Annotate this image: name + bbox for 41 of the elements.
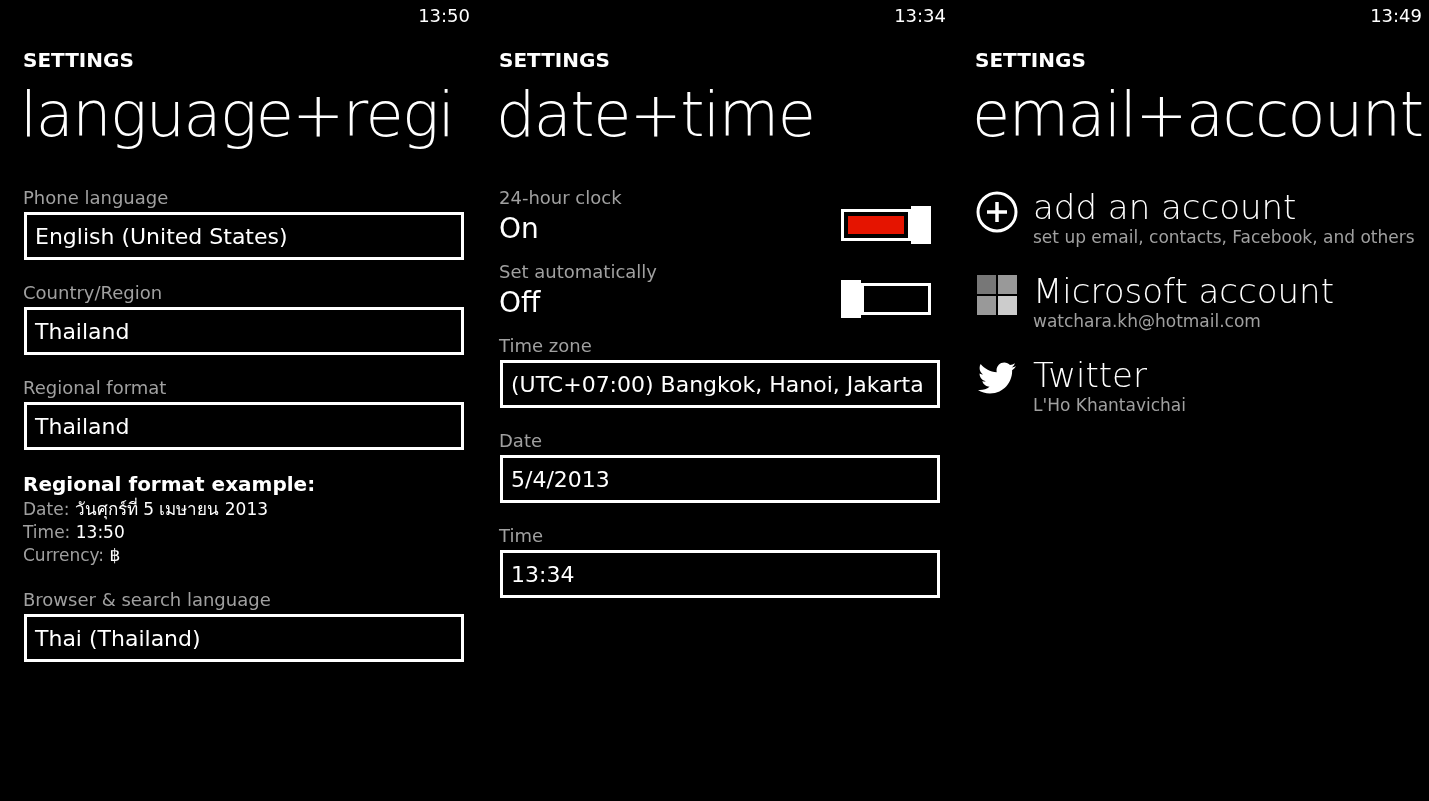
example-heading: Regional format example:: [23, 472, 317, 496]
field-label: Time: [499, 525, 545, 546]
input-field[interactable]: 5/4/2013: [500, 455, 940, 503]
input-field[interactable]: Thailand: [24, 307, 464, 355]
account-detail: watchara.kh@hotmail.com: [1033, 311, 1262, 331]
toggle-switch[interactable]: [841, 280, 931, 318]
page-title: language+regi: [20, 78, 455, 151]
toggle-label: 24-hour clock: [499, 187, 622, 208]
add-icon: [976, 191, 1018, 233]
status-time: 13:49: [1370, 5, 1422, 26]
account-name[interactable]: Microsoft account: [1033, 271, 1334, 311]
toggle-label: Set automatically: [499, 261, 657, 282]
example-line: Date: วันศุกร์ที่ 5 เมษายน 2013: [23, 498, 270, 521]
toggle-state: Off: [499, 286, 542, 319]
field-label: Date: [499, 430, 544, 451]
input-field[interactable]: Thai (Thailand): [24, 614, 464, 662]
settings-header: SETTINGS: [23, 48, 135, 72]
example-line: Currency: ฿: [23, 544, 122, 567]
input-field[interactable]: 13:34: [500, 550, 940, 598]
account-name[interactable]: add an account: [1033, 187, 1415, 227]
status-time: 13:50: [418, 5, 470, 26]
account-name[interactable]: Twitter: [1033, 355, 1186, 395]
input-field[interactable]: English (United States): [24, 212, 464, 260]
toggle-switch[interactable]: [841, 206, 931, 244]
field-label: Regional format: [23, 377, 168, 398]
account-detail: set up email, contacts, Facebook, and others: [1033, 227, 1415, 247]
account-detail: L'Ho Khantavichai: [1033, 395, 1186, 415]
page-title: email+account: [972, 78, 1422, 151]
input-field[interactable]: (UTC+07:00) Bangkok, Hanoi, Jakarta: [500, 360, 940, 408]
status-time: 13:34: [894, 5, 946, 26]
field-label: Browser & search language: [23, 589, 272, 610]
example-line: Time: 13:50: [23, 521, 126, 544]
toggle-state: On: [499, 212, 540, 245]
settings-header: SETTINGS: [499, 48, 611, 72]
field-label: Country/Region: [23, 282, 164, 303]
input-field[interactable]: Thailand: [24, 402, 464, 450]
page-title: date+time: [496, 78, 816, 151]
settings-header: SETTINGS: [975, 48, 1087, 72]
field-label: Phone language: [23, 187, 170, 208]
four-squares-icon: [977, 275, 1017, 315]
field-label: Time zone: [499, 335, 593, 356]
